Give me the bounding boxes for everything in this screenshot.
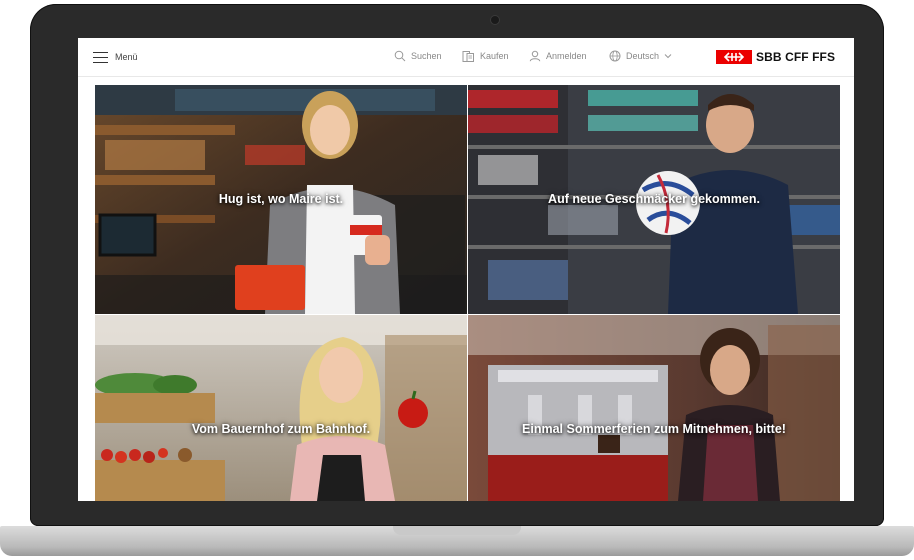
webcam [491,16,499,24]
story-grid: Hug ist, wo Maire ist. Auf neue Geschmäc… [95,85,840,501]
laptop-screen: Menü Suchen Kaufen Anmelden Deutsch SBB … [78,38,854,501]
buy-label: Kaufen [480,51,509,61]
buy-button[interactable]: Kaufen [462,49,509,63]
chevron-down-icon [664,54,672,59]
language-label: Deutsch [626,51,660,61]
sbb-logo[interactable]: SBB CFF FFS [716,48,835,65]
tile-caption: Einmal Sommerferien zum Mitnehmen, bitte… [522,422,786,436]
tile-caption: Vom Bauernhof zum Bahnhof. [191,422,371,436]
tile-caption: Hug ist, wo Maire ist. [218,192,344,206]
search-button[interactable]: Suchen [394,49,442,63]
coffee-bar-photo [468,315,840,501]
logo-text: SBB CFF FFS [756,49,836,64]
language-select[interactable]: Deutsch [609,49,672,63]
sbb-logo-icon [716,49,752,64]
globe-icon [609,50,621,62]
story-tile-coffee[interactable]: Einmal Sommerferien zum Mitnehmen, bitte… [468,315,840,501]
user-icon [529,50,541,62]
menu-icon [93,51,108,63]
tile-caption: Auf neue Geschmäcker gekommen. [548,192,760,206]
ticket-icon [462,50,474,62]
search-icon [394,50,406,62]
search-label: Suchen [411,51,442,61]
laptop-notch [393,526,521,535]
grocery-photo [95,315,467,501]
site-header: Menü Suchen Kaufen Anmelden Deutsch SBB … [78,38,854,77]
login-label: Anmelden [546,51,587,61]
menu-label: Menü [115,52,138,62]
story-tile-bakery[interactable]: Hug ist, wo Maire ist. [95,85,467,314]
menu-button[interactable]: Menü [93,50,138,64]
story-tile-groceries[interactable]: Vom Bauernhof zum Bahnhof. [95,315,467,501]
login-button[interactable]: Anmelden [529,49,587,63]
story-tile-shoes[interactable]: Auf neue Geschmäcker gekommen. [468,85,840,314]
